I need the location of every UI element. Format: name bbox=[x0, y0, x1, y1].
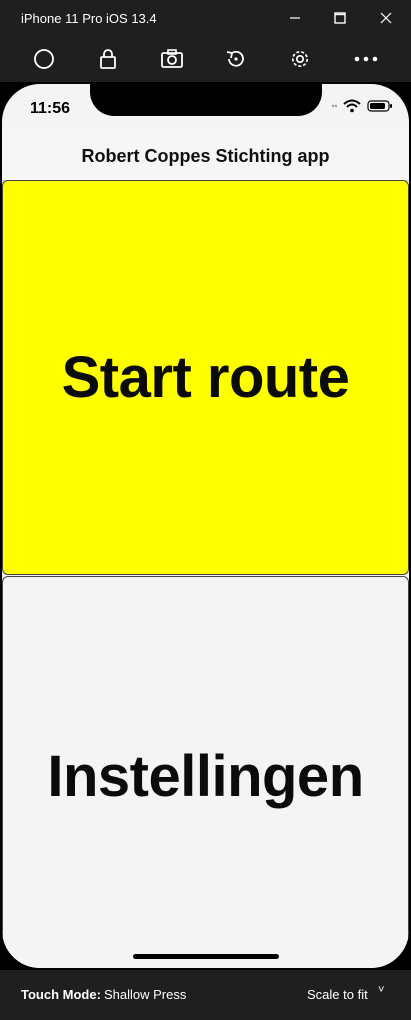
minimize-icon bbox=[290, 17, 300, 19]
simulator-bottom-bar: Touch Mode: Shallow Press Scale to fit ˅ bbox=[0, 970, 411, 1020]
device-notch bbox=[90, 84, 322, 116]
settings-tile-label: Instellingen bbox=[47, 743, 364, 809]
start-route-label: Start route bbox=[61, 345, 350, 410]
touch-mode-label: Touch Mode: bbox=[21, 987, 101, 1002]
more-icon bbox=[354, 56, 378, 62]
home-indicator[interactable] bbox=[133, 954, 279, 959]
simulator-title-bar: iPhone 11 Pro iOS 13.4 bbox=[0, 0, 411, 36]
rotate-icon bbox=[226, 50, 244, 67]
touch-mode-value[interactable]: Shallow Press bbox=[104, 987, 186, 1002]
screenshot-button[interactable] bbox=[158, 46, 186, 72]
settings-button[interactable] bbox=[286, 46, 314, 72]
simulator-toolbar bbox=[0, 36, 411, 82]
lock-icon bbox=[100, 49, 116, 69]
screenshot-icon bbox=[161, 49, 183, 68]
home-button[interactable] bbox=[30, 46, 58, 72]
home-icon bbox=[34, 49, 54, 69]
close-button[interactable] bbox=[376, 8, 396, 28]
scale-dropdown[interactable]: Scale to fit bbox=[307, 987, 368, 1002]
window-title: iPhone 11 Pro iOS 13.4 bbox=[21, 11, 157, 26]
close-icon bbox=[380, 12, 392, 24]
settings-tile-button[interactable]: Instellingen bbox=[2, 576, 409, 968]
settings-icon bbox=[291, 50, 309, 68]
wifi-icon bbox=[343, 99, 361, 113]
maximize-icon bbox=[334, 12, 346, 24]
minimize-button[interactable] bbox=[285, 8, 305, 28]
rotate-button[interactable] bbox=[222, 46, 250, 72]
device-frame: 11:56 Robert Coppes Stichting app Start … bbox=[0, 82, 411, 970]
battery-icon bbox=[367, 100, 392, 112]
status-time: 11:56 bbox=[30, 100, 71, 117]
location-icon bbox=[331, 104, 337, 108]
maximize-button[interactable] bbox=[330, 8, 350, 28]
more-button[interactable] bbox=[352, 46, 380, 72]
status-icons bbox=[329, 99, 393, 113]
page-title: Robert Coppes Stichting app bbox=[81, 146, 330, 166]
navigation-bar: Robert Coppes Stichting app bbox=[2, 128, 409, 181]
device-screen: 11:56 Robert Coppes Stichting app Start … bbox=[2, 84, 409, 968]
start-route-button[interactable]: Start route bbox=[2, 180, 409, 575]
lock-button[interactable] bbox=[94, 46, 122, 72]
chevron-down-icon[interactable]: ˅ bbox=[378, 984, 384, 996]
